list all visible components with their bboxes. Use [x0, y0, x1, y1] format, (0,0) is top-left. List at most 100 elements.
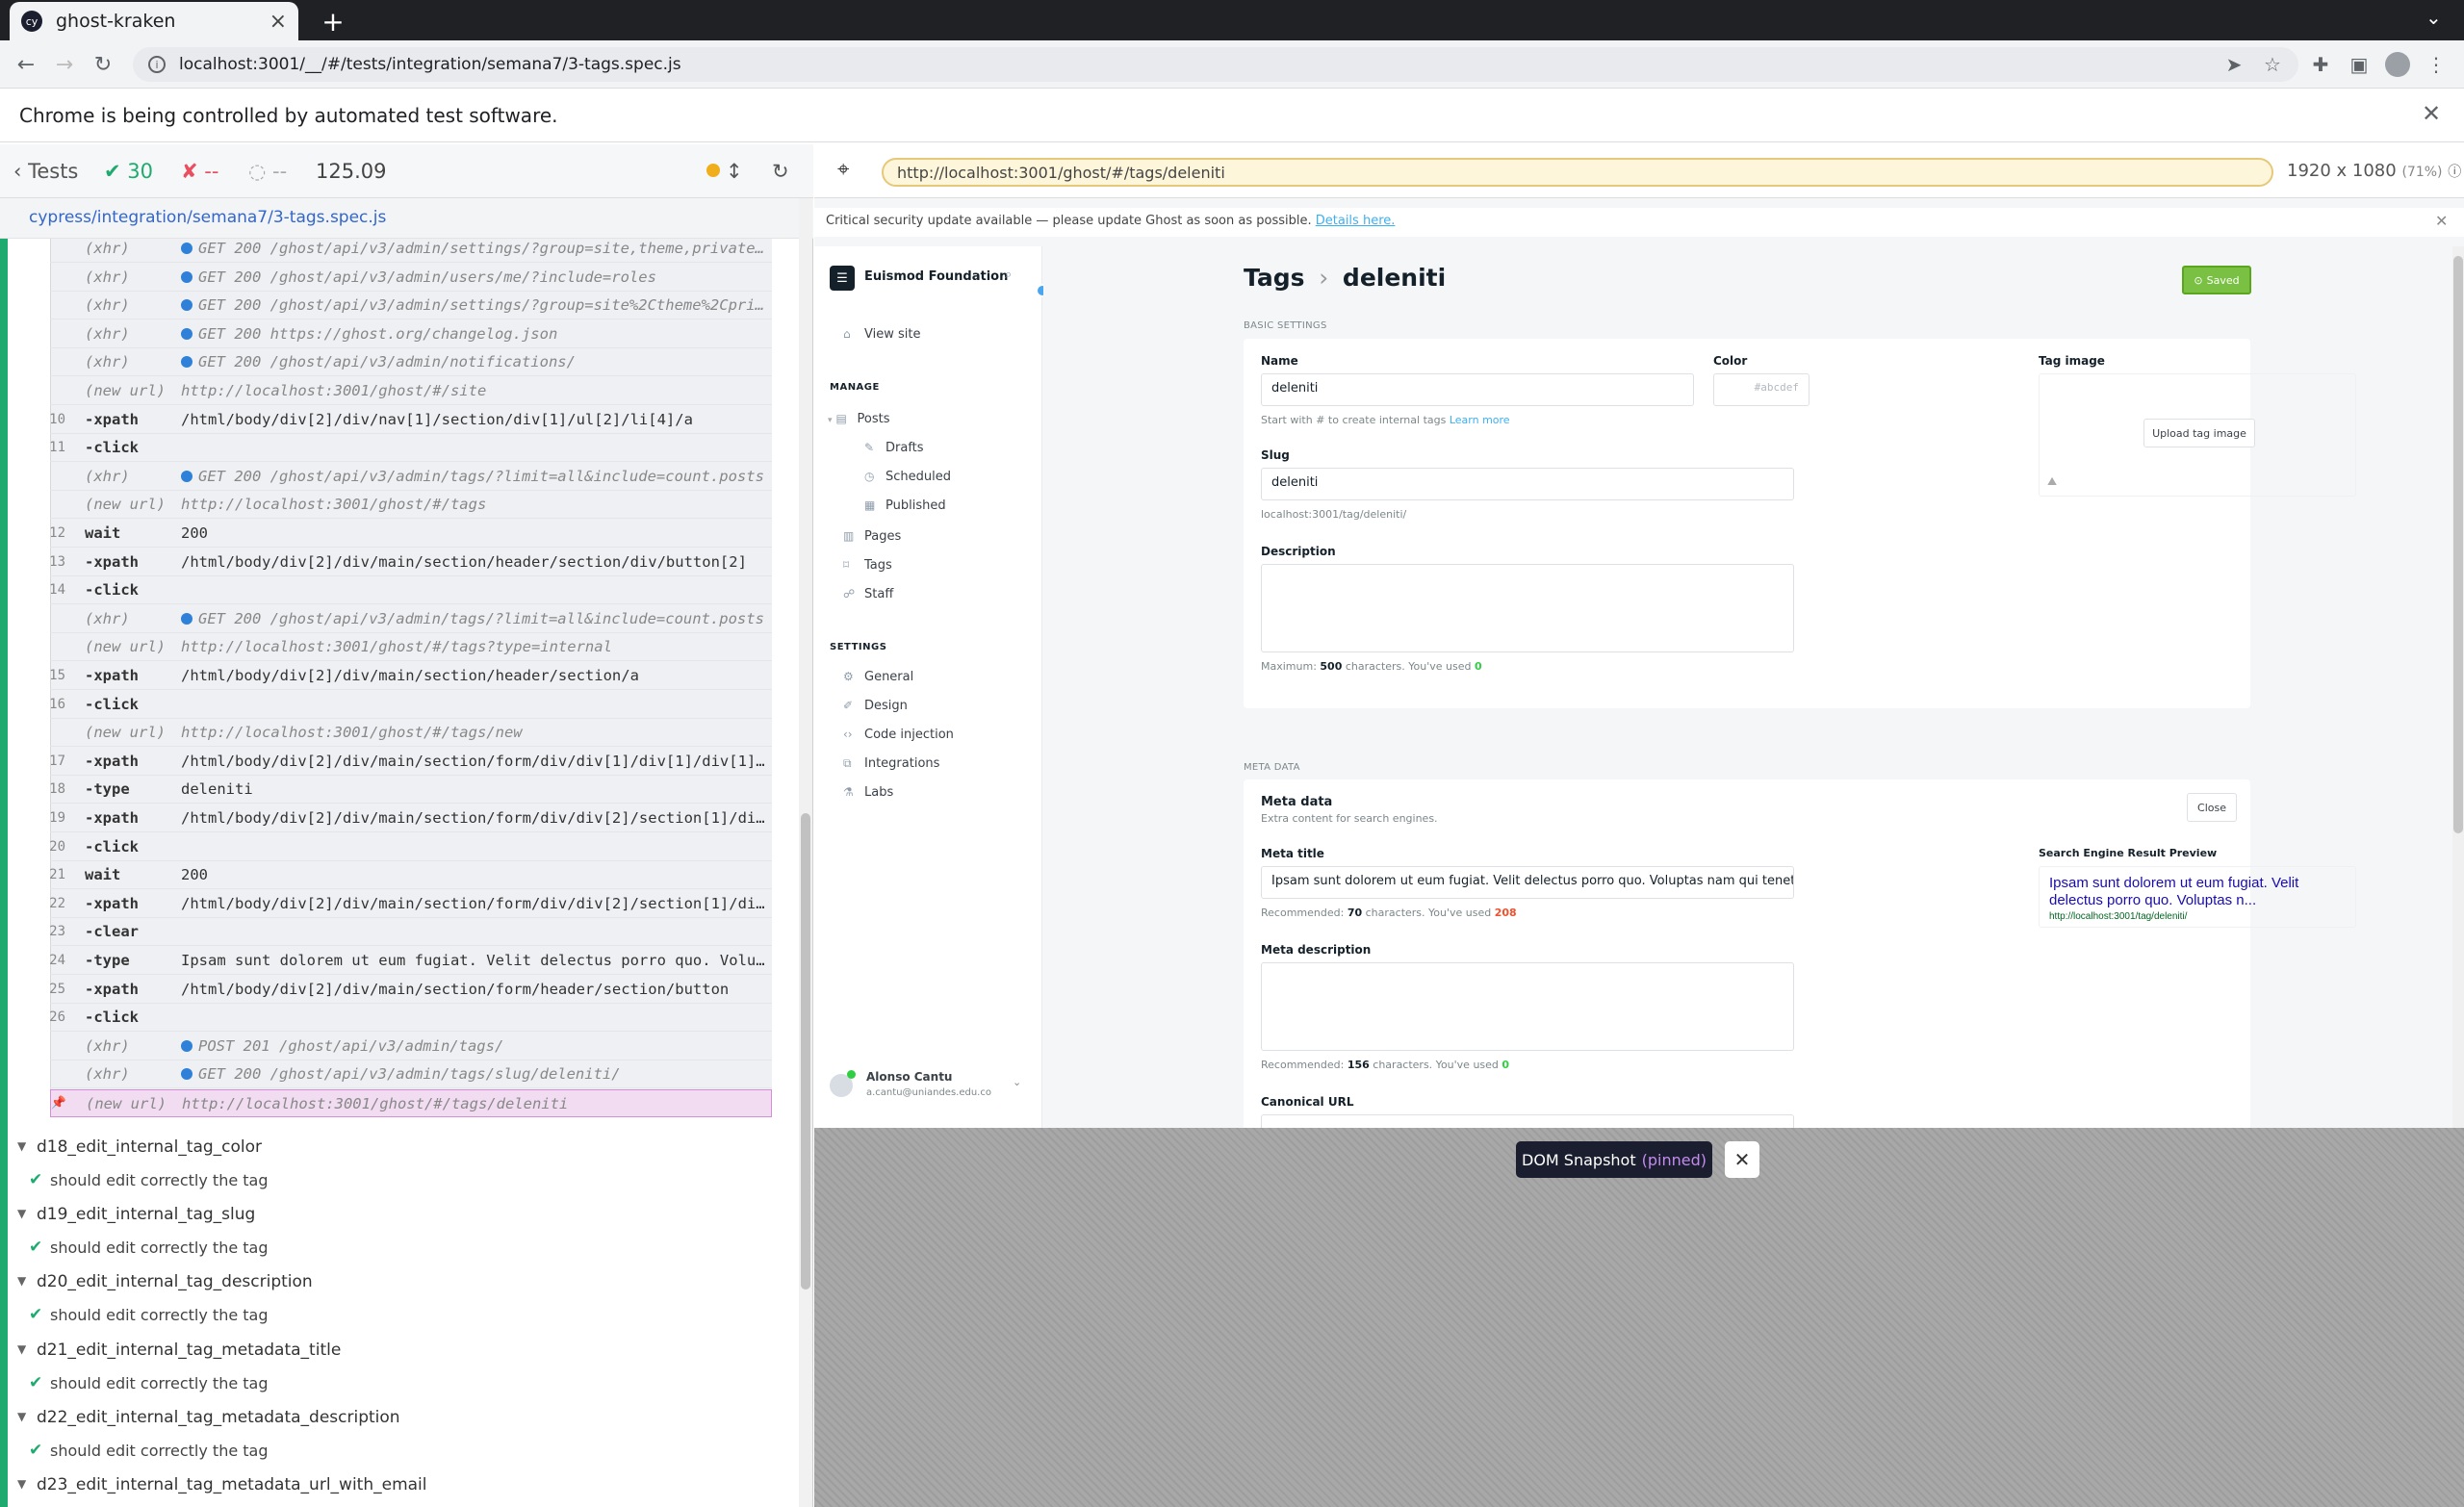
test-row[interactable]: ✔ should edit correctly the tag: [0, 1165, 801, 1198]
command-row[interactable]: (xhr) GET 200 /ghost/api/v3/admin/users/m…: [50, 264, 772, 292]
test-row[interactable]: ✔ should edit correctly the tag: [0, 1436, 801, 1469]
learn-more-link[interactable]: Learn more: [1450, 414, 1510, 426]
command-row[interactable]: 18 -type deleniti: [50, 776, 772, 805]
bookmark-star-icon[interactable]: ☆: [2258, 50, 2287, 79]
collapse-caret-icon[interactable]: ▼: [17, 1477, 26, 1491]
viewport-info-icon[interactable]: ⓘ: [2448, 165, 2461, 180]
unpin-snapshot-close-icon[interactable]: ✕: [1725, 1141, 1759, 1178]
forward-arrow-icon[interactable]: →: [50, 50, 79, 79]
command-row[interactable]: 17 -xpath/html/body/div[2]/div/main/secti…: [50, 748, 772, 776]
tab-search-chevron-icon[interactable]: ⌄: [2426, 6, 2442, 29]
test-row[interactable]: ✔ should edit correctly the tag: [0, 1368, 801, 1401]
user-name[interactable]: Alonso Cantu: [866, 1070, 952, 1084]
suite-header[interactable]: ▼ d19_edit_internal_tag_slug: [0, 1199, 801, 1232]
command-row[interactable]: 11 -click: [50, 434, 772, 463]
command-row[interactable]: (xhr) POST 201 /ghost/api/v3/admin/tags/: [50, 1033, 772, 1060]
command-row[interactable]: (xhr) GET 200 /ghost/api/v3/admin/setting…: [50, 235, 772, 263]
nav-design[interactable]: ✐ Design: [843, 699, 908, 713]
command-row[interactable]: 19 -xpath/html/body/div[2]/div/main/secti…: [50, 805, 772, 832]
send-icon[interactable]: ➤: [2220, 50, 2248, 79]
nav-tags[interactable]: ⌑ Tags: [843, 558, 892, 573]
command-row[interactable]: 22 -xpath/html/body/div[2]/div/main/secti…: [50, 890, 772, 918]
reload-icon[interactable]: ↻: [89, 50, 117, 79]
aut-scrollbar-thumb[interactable]: [2453, 256, 2463, 833]
nav-integrations[interactable]: ⧉ Integrations: [843, 756, 939, 771]
suite-header[interactable]: ▼ d23_edit_internal_tag_metadata_url_with…: [0, 1469, 801, 1502]
nav-staff[interactable]: ☍ Staff: [843, 587, 893, 601]
command-row[interactable]: (new url) http://localhost:3001/ghost/#/t…: [50, 719, 772, 748]
collapse-caret-icon[interactable]: ▼: [17, 1410, 26, 1423]
user-menu-chevron-icon[interactable]: ⌄: [1013, 1076, 1021, 1088]
meta-description-textarea[interactable]: [1261, 962, 1794, 1051]
suite-header[interactable]: ▼ d22_edit_internal_tag_metadata_descript…: [0, 1402, 801, 1435]
command-row[interactable]: 24 -type Ipsam sunt dolorem ut eum fugiat.…: [50, 947, 772, 975]
reporter-scrollbar-thumb[interactable]: [801, 813, 810, 1290]
infobar-close-icon[interactable]: ✕: [2422, 100, 2441, 127]
close-tab-icon[interactable]: ×: [270, 10, 287, 34]
suite-header[interactable]: ▼ d21_edit_internal_tag_metadata_title: [0, 1335, 801, 1367]
command-row[interactable]: 📌 (new url) http://localhost:3001/ghost/#/…: [50, 1089, 772, 1117]
suite-header[interactable]: ▼ d18_edit_internal_tag_color: [0, 1132, 801, 1164]
site-info-icon[interactable]: i: [148, 56, 166, 73]
nav-labs[interactable]: ⚗ Labs: [843, 785, 893, 800]
collapse-caret-icon[interactable]: ▼: [17, 1207, 26, 1220]
nav-general[interactable]: ⚙ General: [843, 670, 913, 684]
name-input[interactable]: deleniti: [1261, 373, 1694, 406]
collapse-caret-icon[interactable]: ▼: [17, 1274, 26, 1288]
extensions-puzzle-icon[interactable]: ✚: [2306, 50, 2335, 79]
saved-button[interactable]: ⊙ Saved: [2182, 266, 2251, 294]
test-row[interactable]: ✔ should edit correctly the tag: [0, 1233, 801, 1265]
command-row[interactable]: 16 -click: [50, 691, 772, 719]
autoscroll-toggle-icon[interactable]: ↕: [726, 160, 743, 183]
nav-published[interactable]: ▦ Published: [864, 498, 946, 513]
site-name[interactable]: Euismod Foundation: [864, 269, 1008, 284]
banner-close-icon[interactable]: ✕: [2435, 212, 2448, 230]
nav-drafts[interactable]: ✎ Drafts: [864, 441, 924, 455]
spec-path-link[interactable]: cypress/integration/semana7/3-tags.spec.…: [0, 198, 813, 239]
command-row[interactable]: (xhr) GET 200 /ghost/api/v3/admin/tags/sl…: [50, 1060, 772, 1089]
collapse-caret-icon[interactable]: ▼: [17, 1342, 26, 1356]
command-row[interactable]: 12 wait 200: [50, 520, 772, 548]
command-row[interactable]: (xhr) GET 200 https://ghost.org/changelog…: [50, 320, 772, 348]
upload-tag-image-button[interactable]: Upload tag image: [2143, 419, 2255, 447]
command-row[interactable]: (xhr) GET 200 /ghost/api/v3/admin/setting…: [50, 292, 772, 320]
selector-playground-icon[interactable]: ⌖: [837, 158, 849, 182]
command-row[interactable]: 15 -xpath/html/body/div[2]/div/main/secti…: [50, 662, 772, 690]
suite-header[interactable]: ▼ d20_edit_internal_tag_description: [0, 1266, 801, 1299]
nav-scheduled[interactable]: ◷ Scheduled: [864, 470, 951, 484]
command-row[interactable]: 20 -click: [50, 833, 772, 861]
profile-avatar[interactable]: [2385, 52, 2410, 77]
color-input[interactable]: #abcdef: [1713, 373, 1810, 406]
close-meta-button[interactable]: Close: [2187, 793, 2237, 822]
search-icon[interactable]: ⌕: [1005, 268, 1012, 282]
command-row[interactable]: 14 -click: [50, 576, 772, 605]
rerun-icon[interactable]: ↻: [772, 160, 789, 183]
tests-back-button[interactable]: ‹ Tests: [13, 160, 78, 183]
test-row[interactable]: ✔ should edit correctly the tag: [0, 1300, 801, 1333]
command-row[interactable]: (xhr) GET 200 /ghost/api/v3/admin/tags/?l…: [50, 463, 772, 491]
slug-input[interactable]: deleniti: [1261, 468, 1794, 500]
command-row[interactable]: 13 -xpath/html/body/div[2]/div/main/secti…: [50, 549, 772, 576]
command-row[interactable]: (xhr) GET 200 /ghost/api/v3/admin/tags/?l…: [50, 605, 772, 633]
command-row[interactable]: 25 -xpath/html/body/div[2]/div/main/secti…: [50, 976, 772, 1004]
back-arrow-icon[interactable]: ←: [12, 50, 40, 79]
browser-tab[interactable]: cy ghost-kraken ×: [10, 2, 298, 40]
breadcrumb-parent[interactable]: Tags: [1244, 264, 1304, 292]
command-row[interactable]: (new url) http://localhost:3001/ghost/#/s…: [50, 377, 772, 405]
command-row[interactable]: 23 -clear: [50, 918, 772, 947]
command-row[interactable]: 21 wait 200: [50, 861, 772, 890]
command-row[interactable]: (new url) http://localhost:3001/ghost/#/t…: [50, 633, 772, 662]
side-panel-icon[interactable]: ▣: [2345, 50, 2374, 79]
nav-posts[interactable]: ▾ ▤ Posts: [828, 412, 890, 426]
command-row[interactable]: 10 -xpath/html/body/div[2]/div/nav[1]/sec…: [50, 406, 772, 434]
meta-title-input[interactable]: Ipsam sunt dolorem ut eum fugiat. Velit …: [1261, 866, 1794, 899]
collapse-caret-icon[interactable]: ▼: [17, 1139, 26, 1153]
browser-menu-icon[interactable]: ⋮: [2422, 50, 2451, 79]
new-tab-button[interactable]: +: [314, 2, 352, 40]
command-row[interactable]: (new url) http://localhost:3001/ghost/#/t…: [50, 491, 772, 520]
nav-pages[interactable]: ▥ Pages: [843, 529, 901, 544]
tag-image-dropzone[interactable]: Upload tag image ⛰: [2039, 373, 2356, 497]
view-site-link[interactable]: ⌂ View site: [843, 327, 920, 342]
details-link[interactable]: Details here.: [1316, 214, 1396, 228]
address-bar[interactable]: i localhost:3001/__/#/tests/integration/…: [133, 47, 2298, 82]
